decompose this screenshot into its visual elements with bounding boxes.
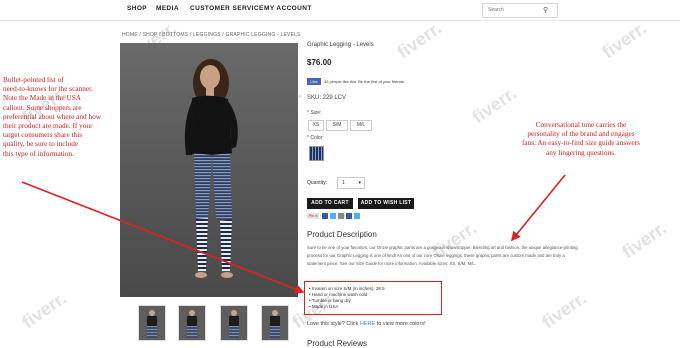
arrow-to-bullets	[21, 181, 305, 294]
annotation-arrows	[21, 174, 566, 294]
arrow-to-size-guide	[510, 174, 566, 242]
